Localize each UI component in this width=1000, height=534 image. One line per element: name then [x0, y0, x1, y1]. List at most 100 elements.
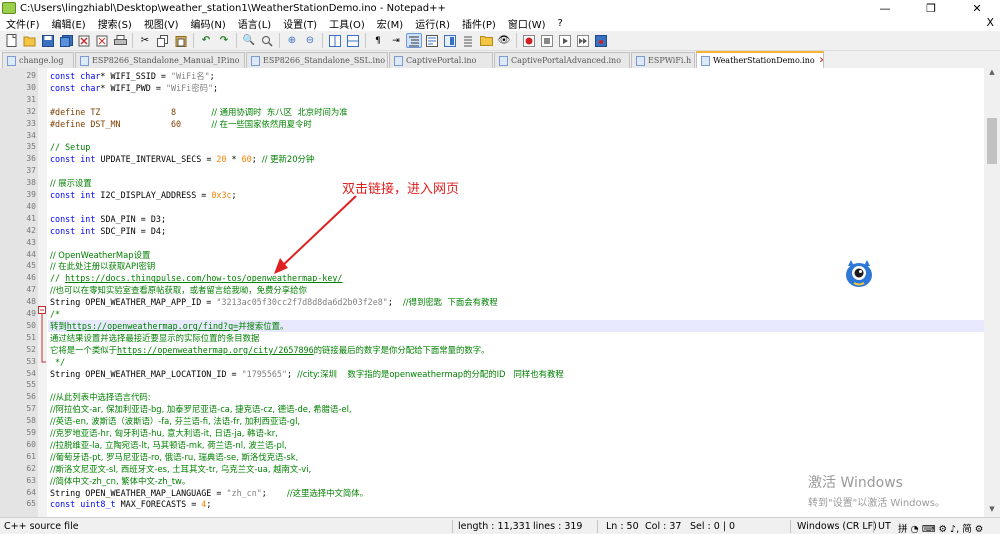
code-line-text: //也可以在零知实验室查看原帖获取，或者留言给我呦，免费分享给你 [50, 285, 307, 296]
new-file-icon[interactable] [4, 33, 20, 48]
code-line[interactable]: 61 //葡萄牙语-pt, 罗马尼亚语-ro, 俄语-ru, 瑞典语-se, 斯洛… [26, 451, 984, 463]
indent-guide-icon[interactable] [406, 33, 422, 48]
print-icon[interactable] [112, 33, 128, 48]
tab-change-log[interactable]: change.log [2, 52, 74, 68]
tab-weatherstationdemo[interactable]: WeatherStationDemo.ino ✕ [696, 51, 824, 68]
code-line[interactable]: 32 #define TZ 8 // 通用协调时 东八区 北京时间为准 [26, 106, 984, 118]
tab-captiveportal[interactable]: CaptivePortal.ino [389, 52, 493, 68]
redo-icon[interactable]: ↷ [216, 33, 232, 48]
code-line[interactable]: 51 通过结果设置并选择最接近要显示的实际位置的条目数据 [26, 332, 984, 344]
code-line[interactable]: 31 [26, 94, 984, 106]
function-list-icon[interactable] [460, 33, 476, 48]
undo-icon[interactable]: ↶ [198, 33, 214, 48]
code-line[interactable]: 54 String OPEN_WEATHER_MAP_LOCATION_ID = … [26, 368, 984, 380]
code-line[interactable]: 36 const int UPDATE_INTERVAL_SECS = 20 * … [26, 153, 984, 165]
code-line-text: // OpenWeatherMap设置 [50, 249, 151, 260]
code-line[interactable]: 59 //克罗地亚语-hr, 匈牙利语-hu, 意大利语-it, 日语-ja, 韩… [26, 427, 984, 439]
minimize-button[interactable]: — [862, 0, 908, 16]
code-line[interactable]: 42 const int SDC_PIN = D4; [26, 225, 984, 237]
sync-vertical-icon[interactable] [327, 33, 343, 48]
code-line[interactable]: 55 [26, 379, 984, 391]
word-wrap-icon[interactable]: ¶ [370, 33, 386, 48]
code-line[interactable]: 35 // Setup [26, 141, 984, 153]
monitoring-icon[interactable]: 👁 [496, 33, 512, 48]
status-eol[interactable]: Windows (CR LF) [797, 521, 877, 532]
save-all-icon[interactable] [58, 33, 74, 48]
code-line[interactable]: 50 转到https://openweathermap.org/find?q=并搜… [26, 319, 984, 332]
close-window-button[interactable]: ✕ [954, 0, 1000, 16]
code-line[interactable]: 30 const char* WIFI_PWD = "WiFi密码"; [26, 82, 984, 94]
menu-tools[interactable]: 工具(O) [323, 16, 371, 31]
close-all-icon[interactable] [94, 33, 110, 48]
replace-icon[interactable] [259, 33, 275, 48]
record-macro-icon[interactable] [521, 33, 537, 48]
menu-plugins[interactable]: 插件(P) [456, 16, 502, 31]
menu-search[interactable]: 搜索(S) [92, 16, 138, 31]
play-macro-icon[interactable] [557, 33, 573, 48]
menu-language[interactable]: 语言(L) [232, 16, 277, 31]
stop-macro-icon[interactable] [539, 33, 555, 48]
code-line[interactable]: 39 const int I2C_DISPLAY_ADDRESS = 0x3c; [26, 189, 984, 201]
code-line[interactable]: 33 #define DST_MN 60 // 在一些国家依然用夏令时 [26, 118, 984, 130]
show-all-chars-icon[interactable]: ⇥ [388, 33, 404, 48]
vertical-scrollbar[interactable]: ▲ ▼ [984, 68, 1000, 517]
fold-margin[interactable] [38, 68, 47, 517]
code-line-text: //拉脱维亚-la, 立陶宛语-lt, 马其顿语-mk, 荷兰语-nl, 波兰语… [50, 439, 287, 450]
fold-marker-icon[interactable] [38, 306, 47, 368]
menu-file[interactable]: 文件(F) [0, 16, 46, 31]
zoom-out-icon[interactable]: ⊖ [302, 33, 318, 48]
doc-map-icon[interactable] [442, 33, 458, 48]
code-line[interactable]: 53 */ [26, 356, 984, 368]
code-line[interactable]: 40 [26, 201, 984, 213]
run-macro-multiple-icon[interactable] [575, 33, 591, 48]
save-icon[interactable] [40, 33, 56, 48]
copy-icon[interactable] [155, 33, 171, 48]
menu-run[interactable]: 运行(R) [409, 16, 456, 31]
scroll-down-icon[interactable]: ▼ [984, 505, 1000, 517]
editor-area[interactable]: 29 const char* WIFI_SSID = "WiFi名"; 30 cons… [0, 68, 1000, 517]
menu-view[interactable]: 视图(V) [138, 16, 185, 31]
find-icon[interactable]: 🔍 [241, 33, 257, 48]
save-macro-icon[interactable] [593, 33, 609, 48]
menu-settings[interactable]: 设置(T) [277, 16, 323, 31]
open-file-icon[interactable] [22, 33, 38, 48]
menu-encoding[interactable]: 编码(N) [185, 16, 232, 31]
scroll-up-icon[interactable]: ▲ [984, 68, 1000, 80]
close-document-button[interactable]: X [986, 16, 994, 29]
close-tab-icon[interactable]: ✕ [819, 56, 823, 66]
cut-icon[interactable]: ✂ [137, 33, 153, 48]
menu-macro[interactable]: 宏(M) [371, 16, 409, 31]
code-line[interactable]: 49 /* [26, 308, 984, 320]
code-line[interactable]: 48 String OPEN_WEATHER_MAP_APP_ID = "3213… [26, 296, 984, 308]
code-line[interactable]: 29 const char* WIFI_SSID = "WiFi名"; [26, 70, 984, 82]
menu-window[interactable]: 窗口(W) [502, 16, 552, 31]
code-line[interactable]: 41 const int SDA_PIN = D3; [26, 213, 984, 225]
code-line[interactable]: 52 它将是一个类似于https://openweathermap.org/cit… [26, 344, 984, 356]
status-encoding[interactable]: UT [878, 521, 891, 532]
code-view[interactable]: 29 const char* WIFI_SSID = "WiFi名"; 30 cons… [26, 70, 984, 515]
folder-as-workspace-icon[interactable] [478, 33, 494, 48]
code-line[interactable]: 60 //拉脱维亚-la, 立陶宛语-lt, 马其顿语-mk, 荷兰语-nl, 波… [26, 439, 984, 451]
status-separator [873, 520, 874, 533]
close-file-icon[interactable] [76, 33, 92, 48]
code-line[interactable]: 37 [26, 165, 984, 177]
menu-edit[interactable]: 编辑(E) [46, 16, 92, 31]
zoom-in-icon[interactable]: ⊕ [284, 33, 300, 48]
menu-help[interactable]: ? [552, 18, 569, 29]
scrollbar-thumb[interactable] [987, 118, 997, 164]
paste-icon[interactable] [173, 33, 189, 48]
ime-toolbar[interactable]: 拼 ◔ ⌨ ⚙ ♪, 简 ⚙ [898, 521, 983, 534]
tab-captiveportaladvanced[interactable]: CaptivePortalAdvanced.ino [494, 52, 630, 68]
code-line[interactable]: 43 [26, 237, 984, 249]
tab-esp8266-standalone-manual-ip[interactable]: ESP8266_Standalone_Manual_IP.ino [75, 52, 245, 68]
tab-esp8266-standalone-ssl[interactable]: ESP8266_Standalone_SSL.ino [246, 52, 388, 68]
code-line[interactable]: 56 //从此列表中选择语言代码: [26, 391, 984, 403]
maximize-button[interactable]: ❐ [908, 0, 954, 16]
sync-horizontal-icon[interactable] [345, 33, 361, 48]
code-line[interactable]: 58 //英语-en, 波斯语（波斯语）-fa, 芬兰语-fi, 法语-fr, 加… [26, 415, 984, 427]
code-line[interactable]: 34 [26, 130, 984, 142]
code-line[interactable]: 38 // 展示设置 [26, 177, 984, 189]
user-defined-language-icon[interactable] [424, 33, 440, 48]
code-line[interactable]: 57 //阿拉伯文-ar, 保加利亚语-bg, 加泰罗尼亚语-ca, 捷克语-cz… [26, 403, 984, 415]
tab-espwifi-h[interactable]: ESPWiFi.h [631, 52, 695, 68]
